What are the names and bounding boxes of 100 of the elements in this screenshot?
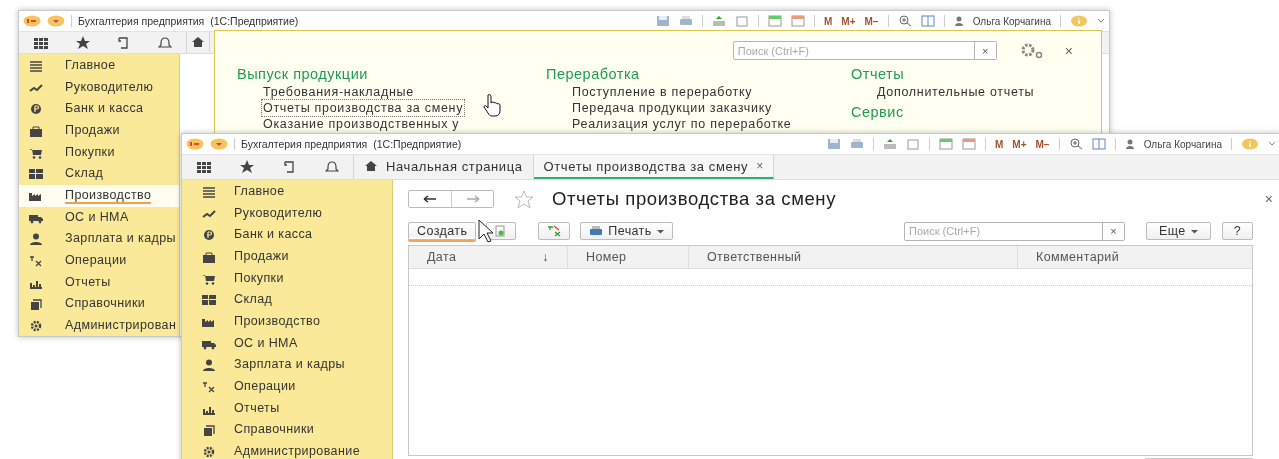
- caret-icon[interactable]: [1190, 228, 1198, 234]
- calendar-icon[interactable]: [791, 15, 805, 27]
- sidebar-item[interactable]: Банк и касса: [19, 98, 179, 121]
- column-header[interactable]: Дата ↓: [409, 246, 568, 268]
- split-panel-icon[interactable]: [1091, 138, 1106, 150]
- split-panel-icon[interactable]: [920, 15, 935, 27]
- history-icon[interactable]: [282, 161, 297, 173]
- menu-link[interactable]: Передача продукции заказчику: [571, 100, 773, 116]
- sidebar-item[interactable]: Главное: [19, 55, 179, 77]
- sidebar-item[interactable]: Отчеты: [182, 397, 392, 420]
- caret-icon[interactable]: [656, 228, 664, 234]
- memory-button[interactable]: M: [995, 138, 1004, 150]
- sidebar-item[interactable]: Производство: [182, 311, 392, 333]
- upload-icon[interactable]: [883, 138, 897, 150]
- close-tab-button[interactable]: ×: [756, 159, 764, 173]
- logo-icon[interactable]: [186, 138, 204, 150]
- menu-link[interactable]: Дополнительные отчеты: [876, 84, 1036, 100]
- create-button[interactable]: Создать: [408, 222, 477, 240]
- bell-icon[interactable]: [324, 161, 339, 173]
- star-icon[interactable]: [75, 35, 90, 50]
- search-field[interactable]: Поиск (Ctrl+F) ×: [732, 41, 997, 60]
- zoom-in-icon[interactable]: [1068, 138, 1083, 150]
- memory-button[interactable]: M+: [1012, 138, 1027, 150]
- close-button[interactable]: ×: [1264, 191, 1273, 207]
- clear-button[interactable]: ×: [1102, 222, 1124, 240]
- sidebar-item[interactable]: Склад: [19, 163, 179, 186]
- home-icon[interactable]: [364, 160, 378, 172]
- sidebar-item[interactable]: Операции: [19, 250, 179, 272]
- home-icon[interactable]: [191, 35, 205, 48]
- memory-button[interactable]: M−: [864, 15, 879, 27]
- sidebar-item[interactable]: Главное: [182, 181, 392, 203]
- sidebar-item[interactable]: Банк и касса: [182, 224, 392, 247]
- column-header[interactable]: Номер: [568, 246, 689, 268]
- cart-icon: [202, 272, 216, 285]
- save-icon[interactable]: [827, 138, 841, 150]
- clear-button[interactable]: ×: [973, 42, 996, 59]
- logo-icon[interactable]: [23, 15, 41, 27]
- menu-link[interactable]: Поступление в переработку: [571, 84, 754, 100]
- sidebar-item[interactable]: Производство: [19, 185, 179, 207]
- gear-icon: [202, 446, 216, 459]
- print-button[interactable]: Печать: [580, 222, 673, 240]
- sidebar-item[interactable]: Склад: [182, 289, 392, 312]
- menu-icon: [29, 59, 43, 72]
- help-button[interactable]: ?: [1221, 222, 1253, 240]
- postings-button[interactable]: [538, 222, 571, 240]
- sidebar-item[interactable]: Администрирование: [182, 441, 392, 459]
- print-icon[interactable]: [589, 225, 604, 237]
- memory-button[interactable]: M−: [1035, 138, 1050, 150]
- menu-link[interactable]: Требования-накладные: [262, 84, 415, 100]
- menu-link[interactable]: Оказание производственных у: [262, 116, 461, 132]
- grid-icon[interactable]: [196, 161, 213, 173]
- sidebar-item[interactable]: ОС и НМА: [182, 332, 392, 355]
- sidebar-item[interactable]: Руководителю: [182, 202, 392, 225]
- memory-button[interactable]: M+: [841, 15, 856, 27]
- table-icon[interactable]: [939, 138, 953, 150]
- memory-button[interactable]: M: [824, 15, 833, 27]
- sidebar-item[interactable]: Отчеты: [19, 271, 179, 294]
- debit-credit-icon[interactable]: [547, 225, 562, 237]
- grid-icon[interactable]: [32, 36, 49, 49]
- sidebar-item[interactable]: Зарплата и кадры: [182, 354, 392, 377]
- table-icon[interactable]: [768, 15, 782, 27]
- right-arrow-icon: [465, 195, 480, 203]
- main-menu-icon[interactable]: [210, 138, 228, 150]
- more-button[interactable]: Еще: [1146, 222, 1211, 240]
- document-icon[interactable]: [735, 15, 749, 27]
- bag-icon: [202, 250, 216, 263]
- caret-icon[interactable]: [1097, 18, 1105, 24]
- document-icon[interactable]: [906, 138, 920, 150]
- arrow-cursor-icon: [478, 219, 494, 243]
- sidebar-item[interactable]: Справочники: [182, 419, 392, 442]
- bell-icon[interactable]: [158, 36, 173, 49]
- column-header[interactable]: Комментарий: [1018, 246, 1252, 268]
- menu-link[interactable]: Реализация услуг по переработке: [571, 116, 793, 132]
- menu-link[interactable]: Отчеты производства за смену: [262, 100, 465, 116]
- search-field[interactable]: Поиск (Ctrl+F) ×: [904, 221, 1125, 241]
- main-menu-icon[interactable]: [47, 15, 65, 27]
- close-button[interactable]: ×: [1064, 42, 1073, 59]
- zoom-in-icon[interactable]: [897, 15, 912, 27]
- sidebar-item[interactable]: ОС и НМА: [19, 206, 179, 229]
- caret-icon[interactable]: [1268, 141, 1276, 147]
- star-icon[interactable]: [514, 189, 534, 209]
- column-header[interactable]: Ответственный: [689, 246, 1018, 268]
- print-icon[interactable]: [850, 138, 864, 150]
- books-icon: [29, 298, 43, 311]
- calendar-icon[interactable]: [962, 138, 976, 150]
- sidebar-item[interactable]: Администрирован: [19, 315, 179, 336]
- sidebar-item[interactable]: Операции: [182, 376, 392, 398]
- sidebar-item[interactable]: Продажи: [19, 120, 179, 142]
- sidebar-item[interactable]: Покупки: [19, 141, 179, 164]
- print-icon[interactable]: [679, 15, 693, 27]
- sidebar-item[interactable]: Справочники: [19, 293, 179, 316]
- tab[interactable]: Отчеты производства за смену ×: [533, 155, 775, 179]
- sidebar-item[interactable]: Зарплата и кадры: [19, 228, 179, 251]
- star-icon[interactable]: [240, 160, 255, 174]
- upload-icon[interactable]: [712, 15, 726, 27]
- sidebar-item[interactable]: Продажи: [182, 246, 392, 268]
- tab[interactable]: Начальная страница: [354, 155, 534, 179]
- save-icon[interactable]: [656, 15, 670, 27]
- sidebar-item[interactable]: Руководителю: [19, 76, 179, 99]
- sidebar-item[interactable]: Покупки: [182, 267, 392, 290]
